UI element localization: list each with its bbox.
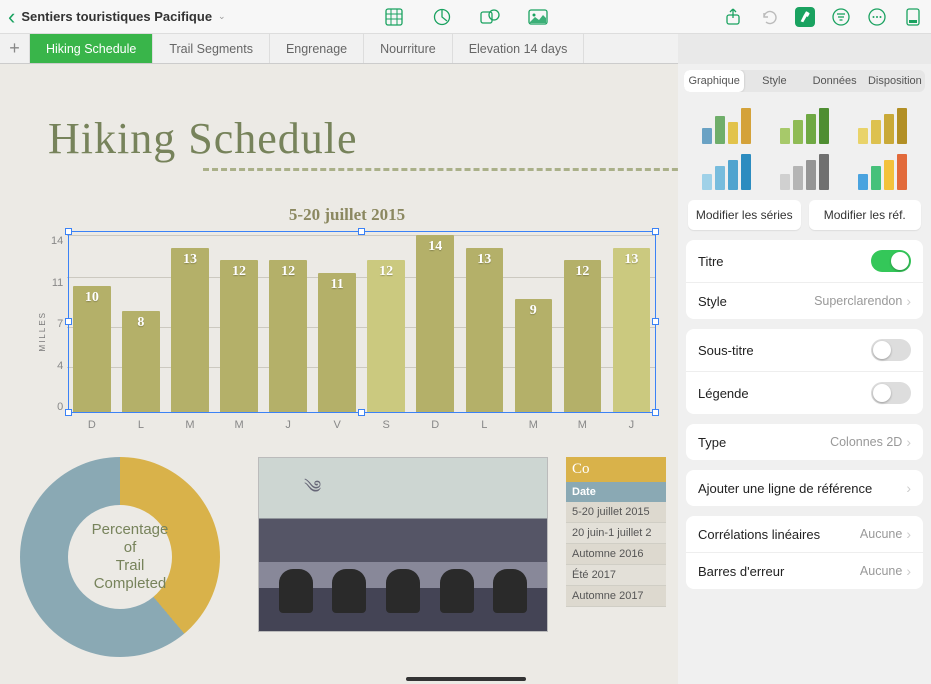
bar: 12: [367, 260, 405, 413]
bar: 12: [269, 260, 307, 413]
insert-chart-icon[interactable]: [432, 7, 452, 27]
table-row[interactable]: Automne 2017: [566, 586, 666, 607]
chart-style-1[interactable]: [692, 104, 760, 144]
tab-elevation[interactable]: Elevation 14 days: [453, 34, 585, 63]
row-style[interactable]: Style Superclarendon›: [686, 283, 923, 319]
donut-label: Percentage of Trail Completed: [68, 505, 192, 609]
sheet-tabs: + Hiking Schedule Trail Segments Engrena…: [0, 34, 678, 64]
legende-toggle[interactable]: [871, 382, 911, 404]
titre-toggle[interactable]: [871, 250, 911, 272]
x-tick: M: [220, 419, 258, 431]
inspector-tab-donnees[interactable]: Données: [805, 70, 865, 92]
bar: 10: [73, 286, 111, 413]
bar: 14: [416, 235, 454, 413]
row-legende[interactable]: Légende: [686, 372, 923, 414]
x-tick: L: [122, 419, 160, 431]
chart-style-5[interactable]: [770, 150, 838, 190]
chart-style-4[interactable]: [692, 150, 760, 190]
row-type[interactable]: Type Colonnes 2D›: [686, 424, 923, 460]
page-title: Hiking Schedule: [48, 113, 678, 164]
bar: 11: [318, 273, 356, 413]
bar: 13: [171, 248, 209, 413]
x-tick: L: [466, 419, 504, 431]
more-icon[interactable]: [867, 7, 887, 27]
chart-style-6[interactable]: [849, 150, 917, 190]
x-tick: S: [367, 419, 405, 431]
bar: 12: [564, 260, 602, 413]
inspector-tab-disposition[interactable]: Disposition: [865, 70, 925, 92]
bar: 9: [515, 299, 553, 413]
add-sheet-button[interactable]: +: [0, 34, 30, 63]
x-tick: J: [613, 419, 651, 431]
bar: 8: [122, 311, 160, 413]
bird-icon: ༄: [304, 468, 321, 518]
back-button[interactable]: ‹: [8, 4, 15, 30]
x-tick: D: [416, 419, 454, 431]
chart-plot: 1081312121112141391213 DLMMJVSDLMMJ: [67, 231, 656, 431]
title-rule: [203, 168, 678, 171]
y-axis-ticks: 14 11 7 4 0: [51, 231, 67, 431]
y-axis-label: MILLES: [38, 311, 47, 351]
x-tick: J: [269, 419, 307, 431]
home-indicator: [406, 677, 526, 681]
inspector-tab-graphique[interactable]: Graphique: [684, 70, 744, 92]
x-tick: V: [318, 419, 356, 431]
sheet-canvas[interactable]: SCENIC PACIFIC TRAILS Hiking Schedule 5-…: [0, 64, 678, 684]
x-tick: M: [171, 419, 209, 431]
inspector-tab-style[interactable]: Style: [744, 70, 804, 92]
row-correlations[interactable]: Corrélations linéaires Aucune›: [686, 516, 923, 553]
chart-style-2[interactable]: [770, 104, 838, 144]
insert-media-icon[interactable]: [528, 7, 548, 27]
insert-table-icon[interactable]: [384, 7, 404, 27]
bar: 12: [220, 260, 258, 413]
chart-style-grid: [678, 100, 931, 200]
chevron-right-icon: ›: [906, 293, 911, 309]
table-header-date: Date: [566, 482, 666, 502]
edit-refs-button[interactable]: Modifier les réf.: [809, 200, 922, 230]
document-title[interactable]: Sentiers touristiques Pacifique: [21, 9, 212, 24]
date-table[interactable]: Co Date 5-20 juillet 2015 20 juin-1 juil…: [566, 457, 666, 607]
row-reference-line[interactable]: Ajouter une ligne de référence ›: [686, 470, 923, 506]
format-inspector: Graphique Style Données Disposition Modi…: [678, 64, 931, 684]
share-icon[interactable]: [723, 7, 743, 27]
bar: 13: [466, 248, 504, 413]
tab-hiking-schedule[interactable]: Hiking Schedule: [30, 34, 153, 63]
tab-nourriture[interactable]: Nourriture: [364, 34, 453, 63]
chevron-right-icon: ›: [906, 434, 911, 450]
table-row[interactable]: 20 juin-1 juillet 2: [566, 523, 666, 544]
tab-engrenage[interactable]: Engrenage: [270, 34, 364, 63]
undo-icon[interactable]: [759, 7, 779, 27]
insert-cell-icon[interactable]: [903, 7, 923, 27]
table-row[interactable]: Été 2017: [566, 565, 666, 586]
sous-titre-toggle[interactable]: [871, 339, 911, 361]
row-sous-titre[interactable]: Sous-titre: [686, 329, 923, 372]
x-tick: M: [515, 419, 553, 431]
insert-shape-icon[interactable]: [480, 7, 500, 27]
app-toolbar: ‹ Sentiers touristiques Pacifique ⌄: [0, 0, 931, 34]
row-titre[interactable]: Titre: [686, 240, 923, 283]
x-tick: D: [73, 419, 111, 431]
format-brush-icon[interactable]: [795, 7, 815, 27]
table-row[interactable]: Automne 2016: [566, 544, 666, 565]
row-error-bars[interactable]: Barres d'erreur Aucune›: [686, 553, 923, 589]
table-row[interactable]: 5-20 juillet 2015: [566, 502, 666, 523]
chevron-right-icon: ›: [906, 480, 911, 496]
chevron-right-icon: ›: [906, 563, 911, 579]
photo-placeholder[interactable]: ༄: [258, 457, 548, 632]
tab-trail-segments[interactable]: Trail Segments: [153, 34, 270, 63]
inspector-tabs: Graphique Style Données Disposition: [684, 70, 925, 92]
chart-title: 5-20 juillet 2015: [38, 205, 656, 225]
filter-icon[interactable]: [831, 7, 851, 27]
table-corner: Co: [566, 457, 666, 482]
x-tick: M: [564, 419, 602, 431]
bar-chart[interactable]: 5-20 juillet 2015 MILLES 14 11 7 4 0 108…: [38, 205, 656, 431]
chart-style-3[interactable]: [849, 104, 917, 144]
bar: 13: [613, 248, 651, 413]
document-menu-chevron-icon[interactable]: ⌄: [218, 11, 226, 22]
donut-chart[interactable]: Percentage of Trail Completed: [20, 457, 240, 657]
edit-series-button[interactable]: Modifier les séries: [688, 200, 801, 230]
chevron-right-icon: ›: [906, 526, 911, 542]
